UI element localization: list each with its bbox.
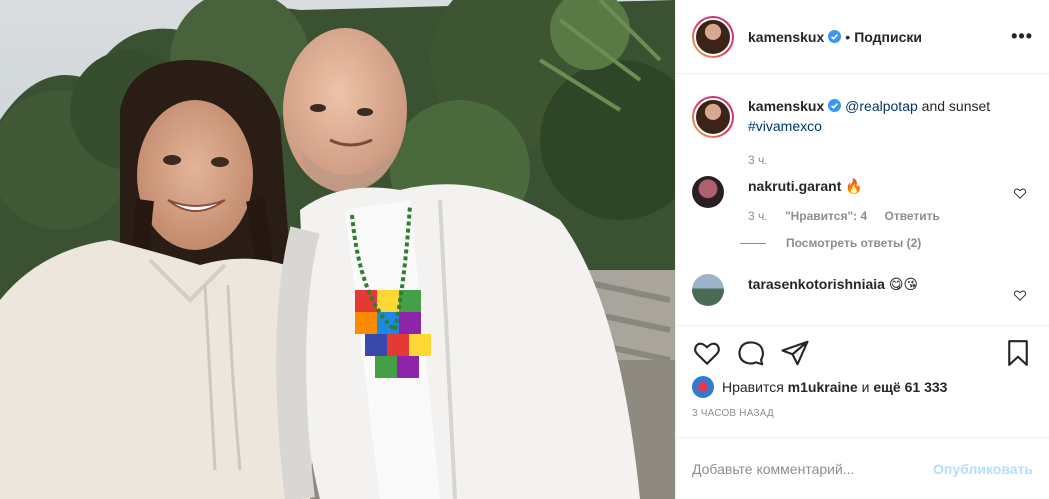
separator-dot: • — [845, 28, 851, 45]
replies-line — [740, 242, 766, 244]
bookmark-icon[interactable] — [1003, 338, 1033, 368]
following-button[interactable]: Подписки — [854, 29, 922, 45]
comment-item: nakruti.garant 🔥 3 ч. "Нравится": 4 Отве… — [692, 176, 1033, 226]
hashtag-link[interactable]: #vivamexco — [748, 118, 822, 134]
caption-avatar[interactable] — [692, 96, 734, 138]
post-sidebar: kamenskux • Подписки ••• kamenskux @real… — [675, 0, 1049, 499]
mention-link[interactable]: @realpotap — [845, 98, 918, 114]
post-actions: Нравится m1ukraine и ещё 61 333 3 ЧАСОВ … — [676, 325, 1049, 419]
likes-prefix: Нравится — [722, 379, 784, 395]
instagram-post: kamenskux • Подписки ••• kamenskux @real… — [0, 0, 1049, 499]
caption-text: and sunset — [921, 98, 991, 114]
liker-avatar[interactable] — [692, 376, 714, 398]
caption: kamenskux @realpotap and sunset #vivamex… — [692, 96, 1033, 170]
comment-icon[interactable] — [736, 338, 766, 368]
author-avatar[interactable] — [692, 15, 734, 58]
commenter-avatar[interactable] — [692, 176, 724, 208]
likes-conj: и — [861, 379, 870, 395]
caption-username[interactable]: kamenskux — [748, 98, 824, 114]
liker-username[interactable]: m1ukraine — [788, 379, 858, 395]
author-username[interactable]: kamenskux — [748, 29, 824, 45]
comment-text: 😋😘 — [888, 276, 919, 292]
post-photo[interactable] — [0, 0, 675, 499]
comment-item: tarasenkotorishniaia 😋😘 — [692, 274, 1033, 306]
view-replies-label: Посмотреть ответы (2) — [786, 236, 922, 250]
heart-icon[interactable] — [692, 338, 722, 368]
comment-meta: 3 ч. "Нравится": 4 Ответить — [748, 206, 1033, 226]
add-comment-bar: Добавьте комментарий... Опубликовать — [676, 437, 1049, 499]
caption-meta: 3 ч. — [748, 150, 1033, 170]
caption-time[interactable]: 3 ч. — [748, 153, 768, 167]
likes-count[interactable]: ещё 61 333 — [873, 379, 947, 395]
more-options-icon[interactable]: ••• — [1011, 26, 1033, 47]
comment-username[interactable]: tarasenkotorishniaia — [748, 276, 885, 292]
comment-username[interactable]: nakruti.garant — [748, 178, 841, 194]
verified-icon — [828, 99, 842, 112]
post-header: kamenskux • Подписки ••• — [676, 0, 1049, 74]
comment-likes[interactable]: "Нравится": 4 — [785, 209, 867, 223]
publish-button[interactable]: Опубликовать — [933, 461, 1033, 477]
reply-button[interactable]: Ответить — [884, 209, 939, 223]
like-comment-icon[interactable] — [1013, 288, 1027, 302]
view-replies[interactable]: Посмотреть ответы (2) — [740, 236, 1033, 250]
selfie-image — [0, 0, 675, 499]
verified-icon — [828, 30, 842, 43]
comment-time[interactable]: 3 ч. — [748, 209, 768, 223]
comment-text: 🔥 — [845, 178, 863, 194]
like-comment-icon[interactable] — [1013, 186, 1027, 200]
comment-input[interactable]: Добавьте комментарий... — [692, 461, 854, 477]
likes-summary: Нравится m1ukraine и ещё 61 333 — [692, 376, 1033, 398]
post-timestamp[interactable]: 3 ЧАСОВ НАЗАД — [692, 408, 1033, 419]
commenter-avatar[interactable] — [692, 274, 724, 306]
share-icon[interactable] — [780, 338, 810, 368]
action-icons — [692, 326, 1033, 380]
comments-section: kamenskux @realpotap and sunset #vivamex… — [676, 74, 1049, 322]
